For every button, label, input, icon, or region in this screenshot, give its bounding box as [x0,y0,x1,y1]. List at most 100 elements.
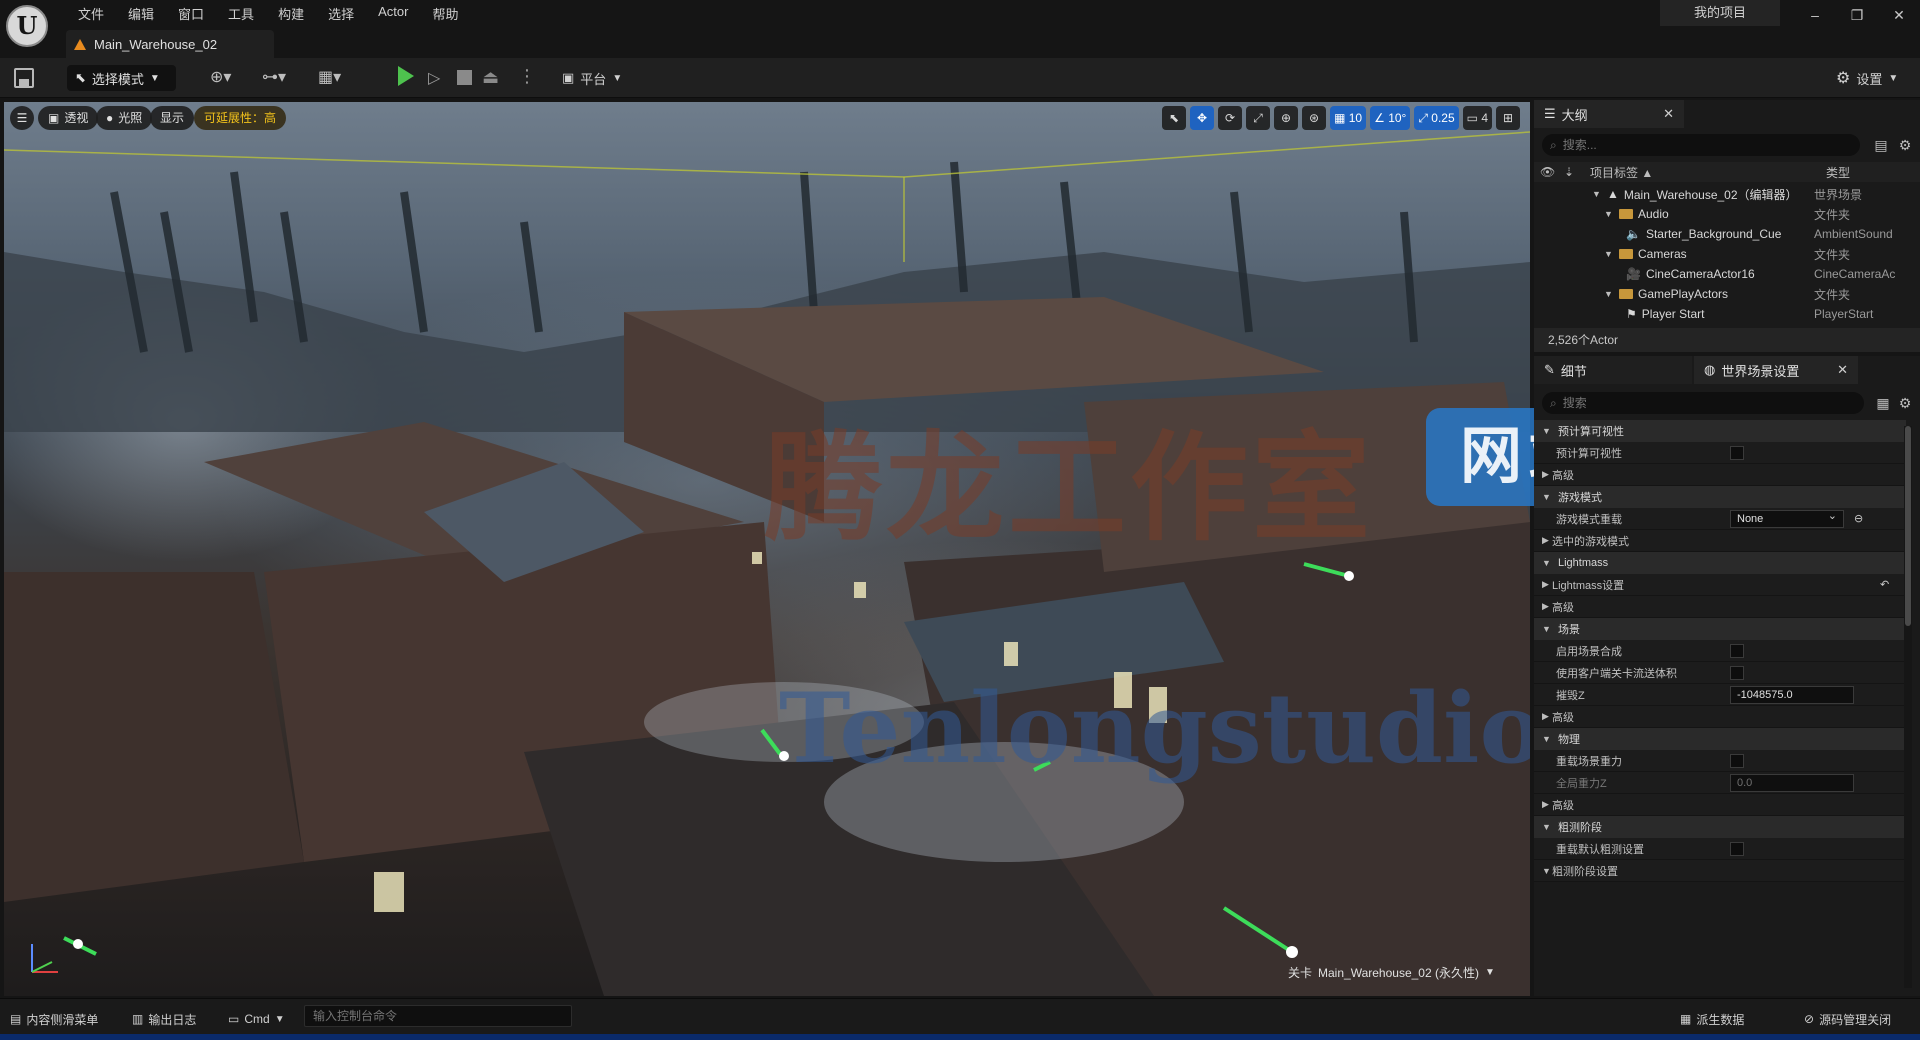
add-actor-icon[interactable]: ⊕▾ [210,66,231,90]
outliner-tab[interactable]: ☰ 大纲 ✕ [1534,100,1684,128]
column-label-header[interactable]: 项目标签 ▲ [1590,164,1810,181]
expand-icon[interactable]: ▼ [1592,189,1602,199]
prop-lightmass-settings[interactable]: ▶ Lightmass设置 ↶ [1534,574,1906,596]
tree-row[interactable]: 🔈 Starter_Background_Cue AmbientSound [1534,224,1920,244]
derived-data-button[interactable]: ▦ 派生数据 [1680,1007,1744,1031]
current-level-indicator[interactable]: 关卡 Main_Warehouse_02 (永久性) ▼ [1288,964,1495,981]
reset-arrow-icon[interactable]: ↶ [1880,578,1889,591]
expand-icon[interactable]: ▼ [1604,249,1614,259]
restore-button[interactable]: ❐ [1836,0,1878,30]
table-view-icon[interactable]: ▦ [1874,394,1892,412]
section-game-mode[interactable]: ▼ 游戏模式 [1534,486,1906,508]
details-search[interactable]: ⌕ [1542,392,1864,414]
section-broadphase[interactable]: ▼ 粗测阶段 [1534,816,1906,838]
output-log-button[interactable]: ▥ 输出日志 [132,1007,196,1031]
section-world[interactable]: ▼ 场景 [1534,618,1906,640]
step-icon[interactable]: ▷ [428,68,444,88]
menu-file[interactable]: 文件 [66,2,116,25]
play-icon[interactable] [398,66,414,86]
rotation-snap-button[interactable]: ∠ 10° [1370,106,1411,130]
expand-icon[interactable]: ▼ [1604,209,1614,219]
show-button[interactable]: 显示 [150,106,195,130]
column-type-header[interactable]: 类型 [1826,164,1850,181]
details-search-input[interactable] [1562,396,1823,410]
eject-icon[interactable]: ⏏ [482,67,499,88]
tree-row[interactable]: 🎥 CineCameraActor16 CineCameraAc [1534,264,1920,284]
prop-advanced-3[interactable]: ▶ 高级 [1534,706,1906,728]
scrollbar-thumb[interactable] [1905,426,1911,626]
scalability-warning-button[interactable]: 可延展性：高 [194,106,287,130]
menu-tools[interactable]: 工具 [216,2,266,25]
world-composition-checkbox[interactable] [1730,643,1744,658]
menu-select[interactable]: 选择 [316,2,366,25]
prop-selected-gamemode[interactable]: ▶ 选中的游戏模式 [1534,530,1906,552]
client-streaming-checkbox[interactable] [1730,665,1744,680]
surface-snap-icon[interactable]: ⊛ [1302,106,1327,130]
menu-window[interactable]: 窗口 [166,2,216,25]
viewport-layout-icon[interactable]: ⊞ [1496,106,1520,130]
close-button[interactable]: ✕ [1878,0,1920,30]
viewport-menu-icon[interactable]: ☰ [10,106,34,130]
more-options-icon[interactable]: ⋮ [518,66,536,87]
tree-row[interactable]: ▼ Audio 文件夹 [1534,204,1920,224]
console-command-field[interactable] [304,1005,572,1027]
override-broadphase-checkbox[interactable] [1730,841,1744,856]
cinematics-icon[interactable]: ▦▾ [318,66,341,90]
expand-icon[interactable]: ▼ [1604,289,1614,299]
world-space-icon[interactable]: ⊕ [1274,106,1299,130]
add-folder-icon[interactable]: ▤ [1872,136,1890,154]
precomputed-visibility-checkbox[interactable] [1730,445,1744,460]
visibility-icon[interactable]: 👁 [1540,165,1555,179]
prop-advanced-1[interactable]: ▶ 高级 [1534,464,1906,486]
minimize-button[interactable]: – [1794,0,1836,30]
section-precomputed-visibility[interactable]: ▼ 预计算可视性 [1534,420,1906,442]
move-tool-icon[interactable]: ✥ [1190,106,1215,130]
pin-icon[interactable]: ⇣ [1564,165,1578,179]
menu-actor[interactable]: Actor [366,2,420,25]
unreal-logo-icon[interactable]: U [6,5,48,47]
cmd-button[interactable]: ▭ Cmd ▼ [228,1007,285,1031]
source-control-button[interactable]: ⊘ 源码管理关闭 [1804,1007,1891,1031]
details-tab[interactable]: ✎ 细节 [1534,356,1692,384]
gamemode-dropdown[interactable]: None [1730,508,1844,528]
tree-row[interactable]: ⚑ Player Start PlayerStart [1534,304,1920,324]
section-physics[interactable]: ▼ 物理 [1534,728,1906,750]
menu-help[interactable]: 帮助 [420,2,470,25]
stop-icon[interactable] [457,70,472,85]
select-tool-icon[interactable]: ⬉ [1162,106,1187,130]
tree-row[interactable]: ▼ Cameras 文件夹 [1534,244,1920,264]
override-gravity-checkbox[interactable] [1730,753,1744,768]
outliner-search-input[interactable] [1562,138,1823,152]
perspective-button[interactable]: ▣ 透视 [38,106,99,130]
platform-button[interactable]: ▣ 平台 ▼ [562,66,622,90]
close-icon[interactable]: ✕ [1837,362,1848,378]
reset-icon[interactable]: ⊖ [1854,512,1863,525]
blueprint-icon[interactable]: ⊶▾ [262,66,286,90]
settings-button[interactable]: ⚙ 设置 ▼ [1836,66,1898,90]
menu-edit[interactable]: 编辑 [116,2,166,25]
world-settings-tab[interactable]: ◍ 世界场景设置 ✕ [1694,356,1858,384]
mode-select-button[interactable]: ⬉ 选择模式 ▼ [67,65,176,91]
prop-broadphase-settings[interactable]: ▼ 粗测阶段设置 [1534,860,1906,882]
section-lightmass[interactable]: ▼ Lightmass [1534,552,1906,574]
scale-snap-button[interactable]: ⤢ 0.25 [1414,106,1459,130]
close-icon[interactable]: ✕ [1663,106,1674,122]
rotate-tool-icon[interactable]: ⟳ [1218,106,1243,130]
scale-tool-icon[interactable]: ⤢ [1246,106,1271,130]
outliner-search[interactable]: ⌕ [1542,134,1860,156]
camera-speed-button[interactable]: ▭ 4 [1462,106,1492,130]
tree-row[interactable]: ▼ GamePlayActors 文件夹 [1534,284,1920,304]
console-command-input[interactable] [313,1006,563,1026]
lit-button[interactable]: ● 光照 [96,106,153,130]
project-name[interactable]: 我的项目 [1660,0,1780,26]
level-tab[interactable]: Main_Warehouse_02 [66,30,274,58]
tree-row[interactable]: ▼ ▲ Main_Warehouse_02（编辑器） 世界场景 [1534,184,1920,204]
content-drawer-button[interactable]: ▤ 内容侧滑菜单 [10,1007,98,1031]
gear-icon[interactable]: ⚙ [1896,136,1914,154]
kill-z-field[interactable]: -1048575.0 [1730,685,1854,704]
prop-advanced-4[interactable]: ▶ 高级 [1534,794,1906,816]
prop-advanced-2[interactable]: ▶ 高级 [1534,596,1906,618]
level-viewport[interactable]: ☰ ▣ 透视 ● 光照 显示 可延展性：高 ⬉ ✥ ⟳ ⤢ ⊕ ⊛ ▦ 10 ∠… [4,102,1530,996]
save-icon[interactable] [14,68,34,88]
menu-build[interactable]: 构建 [266,2,316,25]
